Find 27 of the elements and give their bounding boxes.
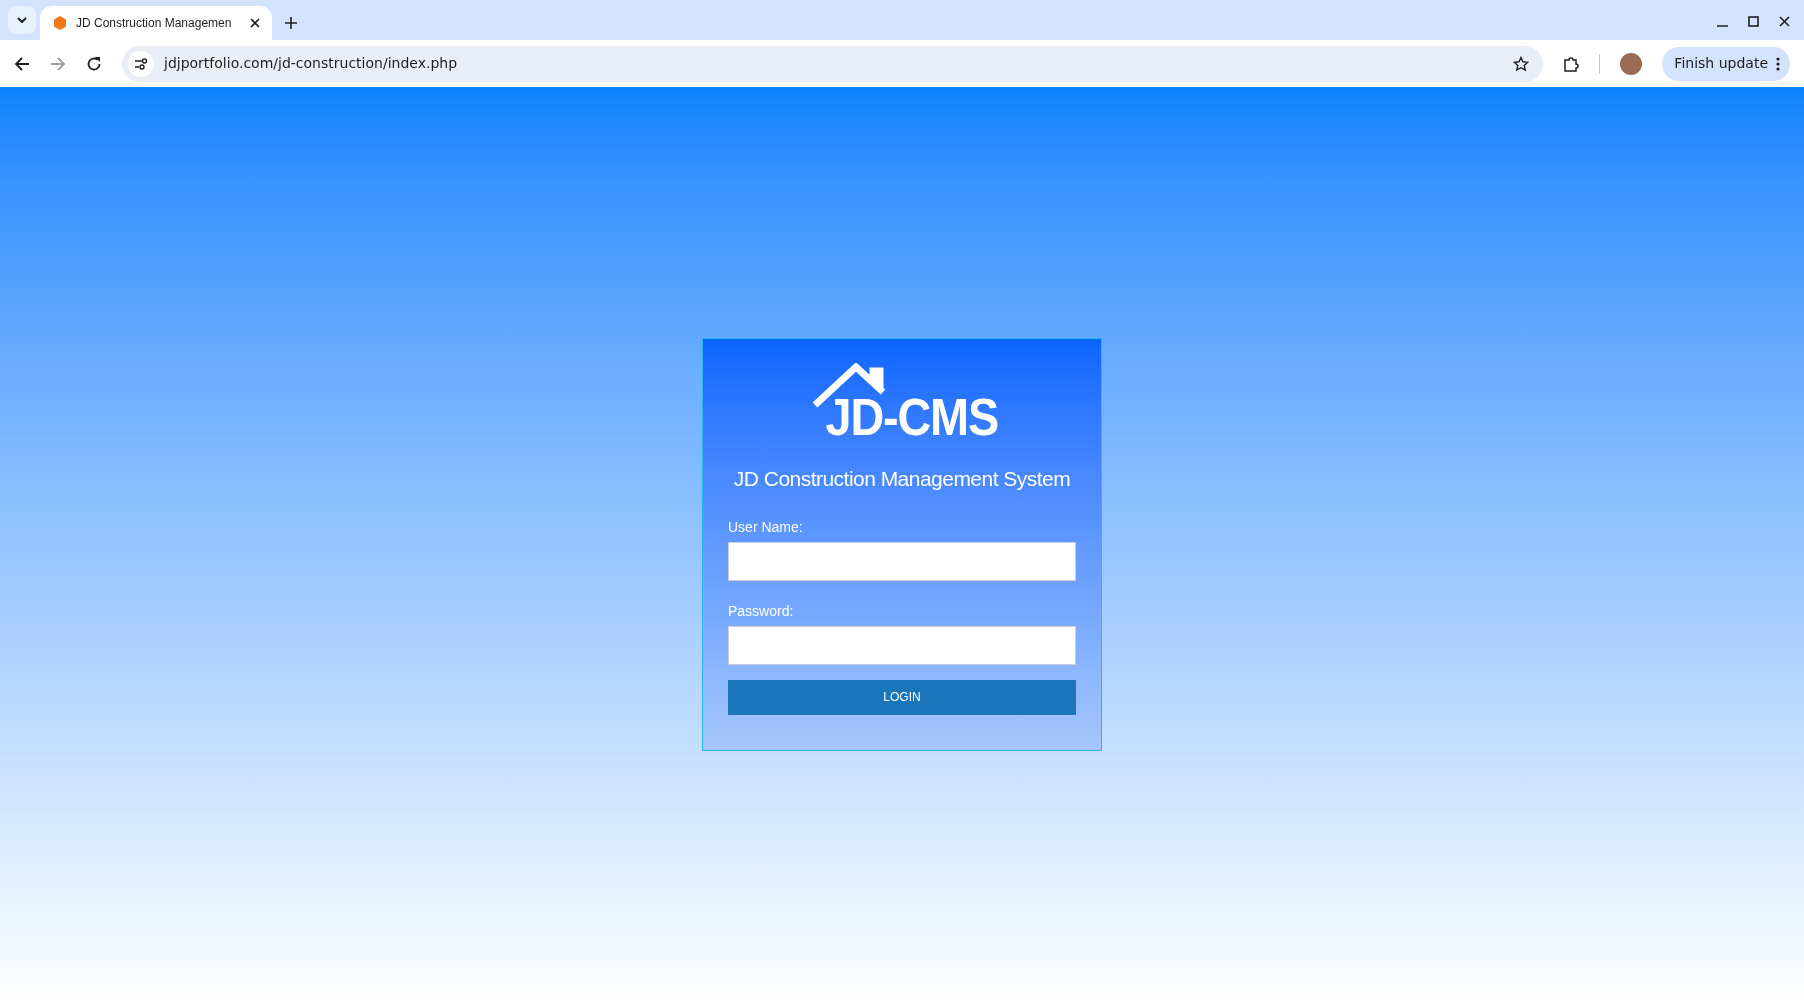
system-title: JD Construction Management System bbox=[732, 466, 1072, 492]
hexagon-logo-icon bbox=[52, 15, 68, 31]
field-label: Password: bbox=[728, 601, 795, 621]
site-settings-icon[interactable] bbox=[134, 57, 148, 70]
close-icon[interactable] bbox=[1779, 16, 1790, 27]
password-field[interactable] bbox=[728, 625, 1076, 665]
bookmark-star-icon[interactable] bbox=[1513, 55, 1530, 72]
back-arrow-icon[interactable] bbox=[14, 55, 30, 72]
reload-icon[interactable] bbox=[86, 55, 102, 72]
puzzle-piece-icon[interactable] bbox=[1563, 55, 1580, 72]
new-tab-icon[interactable] bbox=[285, 17, 297, 29]
username-field[interactable] bbox=[728, 541, 1076, 581]
maximize-icon[interactable] bbox=[1748, 16, 1759, 27]
chevron-down-icon bbox=[17, 17, 27, 23]
tab-search-button[interactable] bbox=[8, 6, 36, 34]
profile-avatar[interactable] bbox=[1620, 52, 1643, 75]
login-button[interactable]: LOGIN bbox=[728, 679, 1076, 715]
field-label: User Name: bbox=[728, 517, 804, 537]
more-options-icon[interactable] bbox=[1776, 56, 1780, 71]
address-bar[interactable]: jdjportfolio.com/jd-construction/index.php bbox=[122, 45, 1544, 82]
url-text: jdjportfolio.com/jd-construction/index.php bbox=[164, 54, 459, 73]
finish-update-button[interactable]: Finish update bbox=[1662, 46, 1790, 81]
close-icon[interactable] bbox=[250, 18, 260, 28]
browser-tab[interactable]: JD Construction Managemen bbox=[40, 6, 272, 40]
tab-title: JD Construction Managemen bbox=[76, 15, 233, 32]
logo-text: JD-CMS bbox=[825, 391, 999, 443]
forward-arrow-icon[interactable] bbox=[50, 55, 66, 72]
